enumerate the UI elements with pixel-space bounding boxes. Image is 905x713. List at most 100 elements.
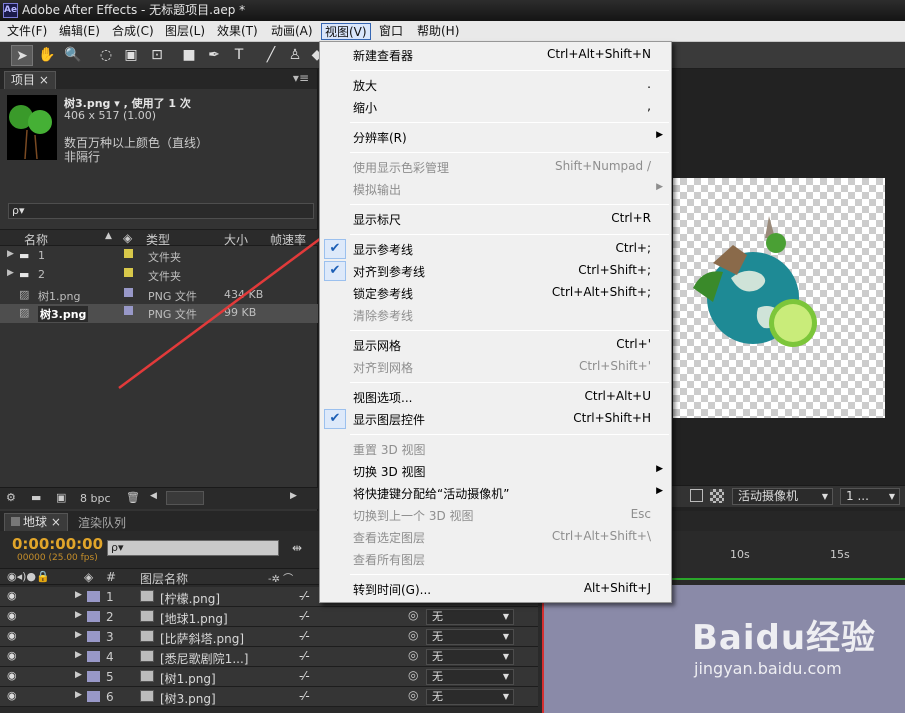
menu-item-view-options[interactable]: 视图选项... Ctrl+Alt+U: [320, 386, 671, 408]
current-time-indicator[interactable]: [542, 585, 544, 713]
work-area-bar[interactable]: [672, 578, 905, 580]
layer-row[interactable]: ◉ ▶ 4 [悉尼歌剧院1...] -⁄- ◎ 无 ▼: [0, 647, 538, 667]
tab-composition[interactable]: 地球 ×: [4, 513, 68, 531]
transparency-grid-icon[interactable]: [710, 489, 724, 503]
col-name[interactable]: 名称: [24, 231, 48, 248]
timeline-search-input[interactable]: ρ▾: [107, 540, 279, 556]
eye-icon[interactable]: ◉: [7, 629, 17, 642]
scroll-right-icon[interactable]: ▶: [290, 491, 297, 501]
layer-row[interactable]: ◉ ▶ 5 [树1.png] -⁄- ◎ 无 ▼: [0, 667, 538, 687]
layer-name[interactable]: [树3.png]: [160, 690, 216, 707]
menu-view[interactable]: 视图(V): [321, 23, 371, 40]
eye-icon[interactable]: ◉: [7, 589, 17, 602]
new-folder-icon[interactable]: ▬: [31, 491, 41, 504]
parent-select[interactable]: 无 ▼: [426, 629, 514, 645]
menu-item-snap-to-guides[interactable]: ✔ 对齐到参考线 Ctrl+Shift+;: [320, 260, 671, 282]
menu-item-show-grid[interactable]: 显示网格 Ctrl+': [320, 334, 671, 356]
pickwhip-icon[interactable]: ◎: [408, 648, 418, 662]
menu-composition[interactable]: 合成(C): [109, 23, 157, 40]
label-swatch[interactable]: [87, 651, 100, 662]
shy-switch-icon[interactable]: -⁄-: [299, 589, 310, 603]
menu-help[interactable]: 帮助(H): [414, 23, 462, 40]
layer-name[interactable]: [树1.png]: [160, 670, 216, 687]
menu-animation[interactable]: 动画(A): [268, 23, 316, 40]
menu-item-resolution[interactable]: 分辨率(R) ▶: [320, 126, 671, 148]
menu-layer[interactable]: 图层(L): [162, 23, 208, 40]
composition-canvas[interactable]: [673, 178, 885, 418]
region-of-interest-icon[interactable]: [690, 489, 703, 502]
layer-name[interactable]: [比萨斜塔.png]: [160, 630, 244, 647]
expand-arrow-icon[interactable]: ▶: [75, 590, 82, 600]
comp-mini-flowchart-icon[interactable]: ⇹: [292, 541, 302, 555]
pan-behind-tool-icon[interactable]: ⊡: [146, 45, 168, 66]
time-ruler[interactable]: 10s 15s: [672, 540, 905, 580]
layer-name[interactable]: [悉尼歌剧院1...]: [160, 650, 248, 667]
hand-tool-icon[interactable]: ✋: [36, 45, 58, 66]
rotate-tool-icon[interactable]: ◌: [95, 45, 117, 66]
horizontal-scrollbar[interactable]: [166, 491, 204, 505]
menu-item-reset-3d-view[interactable]: 重置 3D 视图: [320, 438, 671, 460]
menu-file[interactable]: 文件(F): [4, 23, 50, 40]
layer-row[interactable]: ◉ ▶ 6 [树3.png] -⁄- ◎ 无 ▼: [0, 687, 538, 707]
layer-row[interactable]: ◉ ▶ 2 [地球1.png] -⁄- ◎ 无 ▼: [0, 607, 538, 627]
label-swatch[interactable]: [87, 671, 100, 682]
camera-tool-icon[interactable]: ▣: [120, 45, 142, 66]
eye-icon[interactable]: ◉: [7, 649, 17, 662]
menu-item-new-viewer[interactable]: 新建查看器 Ctrl+Alt+Shift+N: [320, 44, 671, 66]
menu-item-zoom-out[interactable]: 缩小,: [320, 96, 671, 118]
text-tool-icon[interactable]: T: [228, 45, 250, 66]
pickwhip-icon[interactable]: ◎: [408, 668, 418, 682]
selection-tool-icon[interactable]: ➤: [11, 45, 33, 66]
menu-item-snap-to-grid[interactable]: 对齐到网格 Ctrl+Shift+': [320, 356, 671, 378]
camera-select[interactable]: 活动摄像机 ▼: [732, 488, 833, 505]
menu-effect[interactable]: 效果(T): [214, 23, 261, 40]
expand-arrow-icon[interactable]: ▶: [75, 670, 82, 680]
shy-switch-icon[interactable]: -⁄-: [299, 649, 310, 663]
label-swatch[interactable]: [87, 691, 100, 702]
zoom-tool-icon[interactable]: 🔍: [62, 45, 84, 66]
menu-item-lock-guides[interactable]: 锁定参考线 Ctrl+Alt+Shift+;: [320, 282, 671, 304]
menu-item-go-to-time[interactable]: 转到时间(G)... Alt+Shift+J: [320, 578, 671, 600]
eye-icon[interactable]: ◉: [7, 609, 17, 622]
scroll-left-icon[interactable]: ◀: [150, 491, 157, 501]
stamp-tool-icon[interactable]: ♙: [284, 45, 306, 66]
menu-item-look-at-selected[interactable]: 查看选定图层 Ctrl+Alt+Shift+\: [320, 526, 671, 548]
rectangle-tool-icon[interactable]: ■: [178, 45, 200, 66]
menu-item-show-rulers[interactable]: 显示标尺 Ctrl+R: [320, 208, 671, 230]
shy-switch-icon[interactable]: -⁄-: [299, 609, 310, 623]
parent-select[interactable]: 无 ▼: [426, 609, 514, 625]
menu-item-switch-3d-view[interactable]: 切换 3D 视图 ▶: [320, 460, 671, 482]
expand-arrow-icon[interactable]: ▶: [75, 690, 82, 700]
label-swatch[interactable]: [87, 611, 100, 622]
menu-item-show-guides[interactable]: ✔ 显示参考线 Ctrl+;: [320, 238, 671, 260]
menu-item-look-at-all[interactable]: 查看所有图层: [320, 548, 671, 570]
eye-icon[interactable]: ◉: [7, 689, 17, 702]
menu-item-color-management[interactable]: 使用显示色彩管理 Shift+Numpad /: [320, 156, 671, 178]
views-select[interactable]: 1 ... ▼: [840, 488, 900, 505]
pickwhip-icon[interactable]: ◎: [408, 688, 418, 702]
label-swatch[interactable]: [87, 631, 100, 642]
tab-render-queue[interactable]: 渲染队列: [78, 514, 126, 531]
expand-arrow-icon[interactable]: ▶: [75, 610, 82, 620]
menu-item-assign-shortcut[interactable]: 将快捷键分配给“活动摄像机” ▶: [320, 482, 671, 504]
trash-icon[interactable]: 🗑: [126, 491, 140, 504]
parent-select[interactable]: 无 ▼: [426, 649, 514, 665]
layer-name[interactable]: [地球1.png]: [160, 610, 228, 627]
menu-window[interactable]: 窗口: [376, 23, 406, 40]
expand-arrow-icon[interactable]: ▶: [7, 268, 14, 278]
menu-item-simulate-output[interactable]: 模拟输出 ▶: [320, 178, 671, 200]
menu-item-zoom-in[interactable]: 放大.: [320, 74, 671, 96]
pickwhip-icon[interactable]: ◎: [408, 608, 418, 622]
parent-select[interactable]: 无 ▼: [426, 669, 514, 685]
shy-switch-icon[interactable]: -⁄-: [299, 669, 310, 683]
menu-item-switch-last-3d-view[interactable]: 切换到上一个 3D 视图 Esc: [320, 504, 671, 526]
label-swatch[interactable]: [87, 591, 100, 602]
menu-edit[interactable]: 编辑(E): [56, 23, 103, 40]
panel-menu-icon[interactable]: ▾≡: [293, 71, 309, 85]
current-timecode[interactable]: 0:00:00:00: [12, 535, 103, 553]
col-layer-name[interactable]: 图层名称: [140, 570, 188, 587]
interpret-footage-icon[interactable]: ⚙: [6, 491, 16, 504]
bpc-label[interactable]: 8 bpc: [80, 492, 111, 505]
tab-project[interactable]: 项目 ×: [4, 71, 56, 89]
layer-row[interactable]: ◉ ▶ 3 [比萨斜塔.png] -⁄- ◎ 无 ▼: [0, 627, 538, 647]
